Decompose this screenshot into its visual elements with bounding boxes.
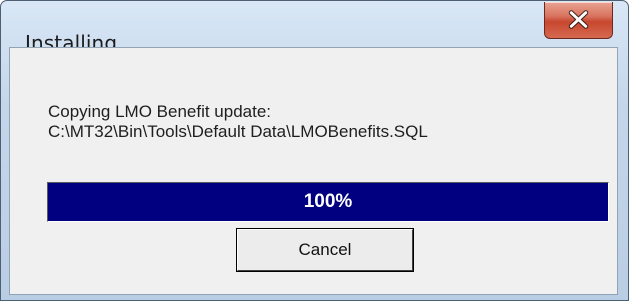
cancel-button[interactable]: Cancel (236, 228, 414, 272)
status-message: Copying LMO Benefit update: (48, 102, 272, 121)
dialog-content: Copying LMO Benefit update: C:\MT32\Bin\… (9, 47, 618, 295)
close-button[interactable] (544, 2, 613, 39)
close-x-icon (568, 10, 589, 29)
title-bar[interactable]: Installing (1, 1, 628, 55)
file-path-label: C:\MT32\Bin\Tools\Default Data\LMOBenefi… (48, 122, 428, 141)
progress-percent-label: 100% (303, 191, 353, 212)
progress-bar: 100% (47, 182, 609, 222)
cancel-button-label: Cancel (298, 240, 352, 259)
installing-dialog: Installing Copying LMO Benefit update: C… (0, 0, 629, 301)
